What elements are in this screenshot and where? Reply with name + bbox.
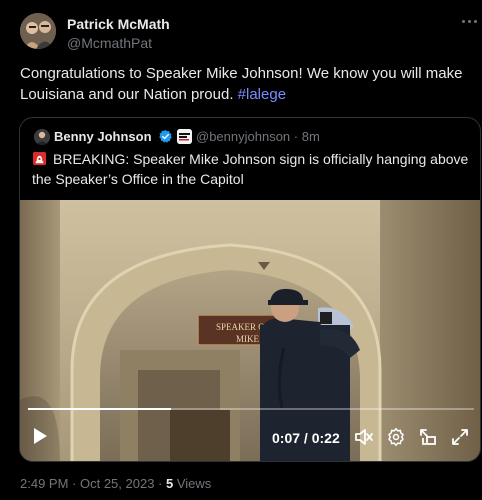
mute-icon[interactable] <box>354 427 374 447</box>
meta-separator: · <box>293 129 299 144</box>
quote-author-name[interactable]: Benny Johnson <box>54 129 152 144</box>
post-date[interactable]: Oct 25, 2023 <box>80 476 154 491</box>
author-handle[interactable]: @McmathPat <box>67 35 152 51</box>
play-icon[interactable] <box>32 427 48 447</box>
quote-meta: @bennyjohnson · 8m <box>196 129 320 144</box>
tweet-body: Congratulations to Speaker Mike Johnson!… <box>20 63 470 105</box>
post-time[interactable]: 2:49 PM <box>20 476 68 491</box>
quote-time-ago[interactable]: 8m <box>302 129 320 144</box>
video-progress-fill <box>28 408 171 410</box>
footer-separator: · <box>154 476 166 491</box>
quoted-tweet[interactable]: Benny Johnson @bennyjohnson · 8m BREAKIN… <box>19 117 481 462</box>
sign-text-line2: MIKE <box>236 334 259 344</box>
video-progress-bar[interactable] <box>28 408 474 410</box>
hashtag-link[interactable]: #lalege <box>238 86 286 103</box>
more-horizontal-icon[interactable] <box>462 14 478 28</box>
popout-icon[interactable] <box>418 427 438 447</box>
video-time-separator: / <box>300 430 312 446</box>
affiliate-badge-icon <box>177 129 192 144</box>
footer-separator: · <box>68 476 80 491</box>
video-current-time: 0:07 <box>272 430 301 446</box>
video-time: 0:07 / 0:22 <box>272 430 340 446</box>
rotating-light-icon <box>32 151 47 166</box>
author-avatar[interactable] <box>20 13 56 49</box>
fullscreen-icon[interactable] <box>450 427 470 447</box>
video-duration: 0:22 <box>311 430 340 446</box>
quote-text-block: BREAKING: Speaker Mike Johnson sign is o… <box>32 149 472 189</box>
tweet-footer: 2:49 PM · Oct 25, 2023 · 5 Views <box>20 476 211 491</box>
video-frame: SPEAKER OF MIKE <box>20 200 480 461</box>
quote-author-handle[interactable]: @bennyjohnson <box>196 129 290 144</box>
author-name[interactable]: Patrick McMath <box>67 16 170 32</box>
quote-author-avatar[interactable] <box>34 129 50 145</box>
quote-text: BREAKING: Speaker Mike Johnson sign is o… <box>32 151 469 187</box>
video-player[interactable]: SPEAKER OF MIKE 0:07 / 0:22 <box>20 200 480 461</box>
verified-badge-icon <box>158 129 173 144</box>
views-label: Views <box>173 476 212 491</box>
tweet-header: Patrick McMath @McmathPat <box>0 0 482 60</box>
gear-icon[interactable] <box>386 427 406 447</box>
